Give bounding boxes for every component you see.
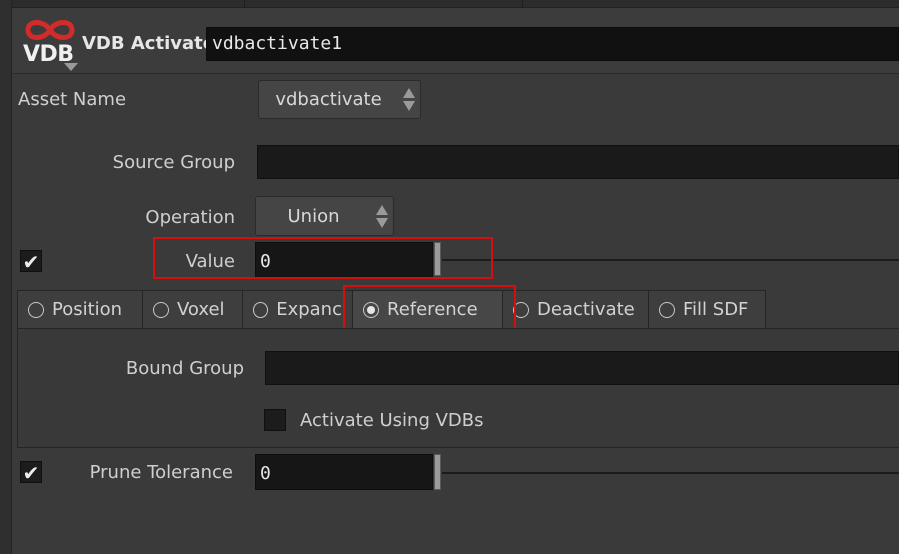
value-highlight-box [153,237,493,279]
radio-icon [28,301,44,318]
source-group-field[interactable] [257,145,899,179]
operation-label: Operation [145,207,235,228]
prune-tolerance-label: Prune Tolerance [89,462,233,483]
tab-deactivate[interactable]: Deactivate [502,290,649,328]
value-slider-track[interactable] [442,259,899,261]
tab-expand[interactable]: Expanc [242,290,353,328]
source-group-label: Source Group [112,152,235,173]
node-name-field[interactable]: vdbactivate1 [206,27,899,61]
radio-icon [153,301,169,318]
prune-tolerance-slider-handle[interactable] [434,454,441,490]
value-enable-checkbox[interactable]: ✔ [20,250,42,273]
up-down-arrows-icon [371,197,393,235]
prune-tolerance-field[interactable]: 0 [255,454,433,490]
activate-using-vdbs-label: Activate Using VDBs [300,410,484,431]
radio-icon [253,301,269,318]
tab-voxel[interactable]: Voxel [142,290,243,328]
left-pane-edge [0,0,12,554]
radio-icon [659,301,675,318]
tab-fill-sdf[interactable]: Fill SDF [648,290,766,328]
top-pane-strip [0,0,899,8]
prune-tolerance-slider-track[interactable] [442,472,899,474]
asset-name-value: vdbactivate [275,89,382,110]
up-down-arrows-icon [398,81,420,118]
activate-using-vdbs-checkbox[interactable] [264,409,286,431]
bound-group-label: Bound Group [125,358,244,379]
asset-name-dropdown[interactable]: vdbactivate [258,80,421,119]
operation-value: Union [287,205,340,227]
vdb-logo-text: VDB [23,42,74,67]
operation-dropdown[interactable]: Union [255,196,394,236]
bound-group-field[interactable] [265,351,899,385]
prune-tolerance-enable-checkbox[interactable]: ✔ [20,461,42,484]
node-type-label: VDB Activate [82,33,215,54]
asset-name-label: Asset Name [18,89,127,110]
tab-position[interactable]: Position [17,290,143,328]
